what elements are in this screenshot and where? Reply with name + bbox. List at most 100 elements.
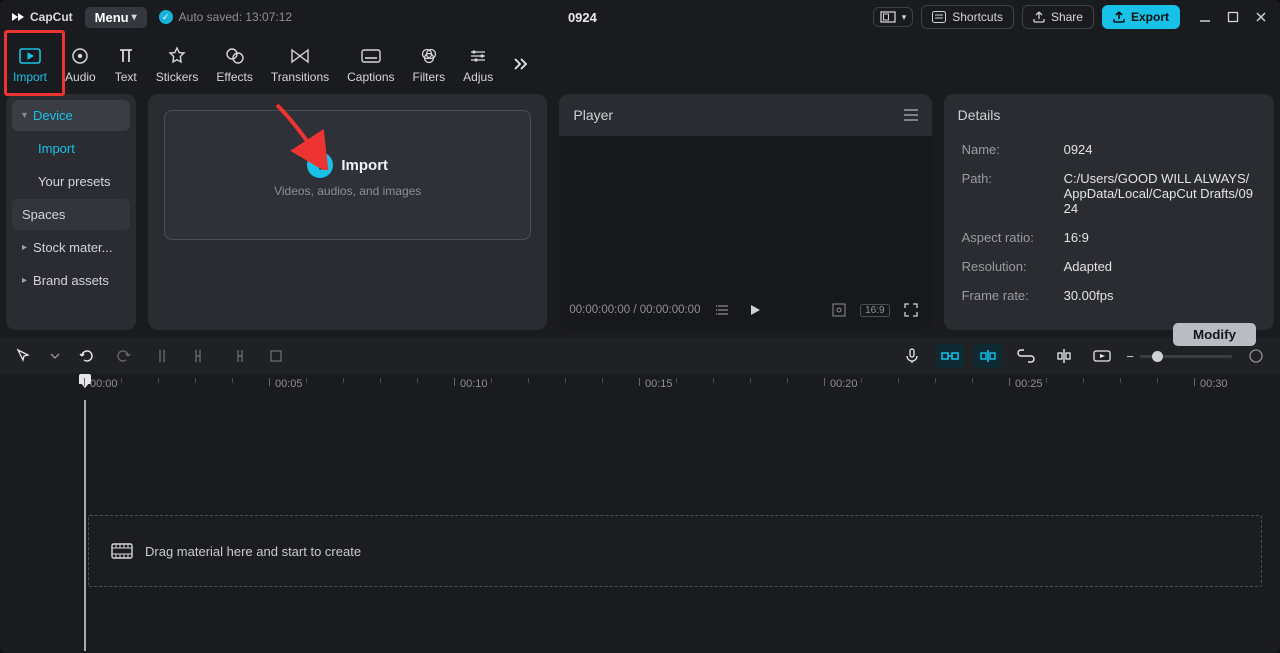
menu-label: Menu xyxy=(95,10,129,25)
sidebar-label: Device xyxy=(33,108,73,123)
import-dropzone[interactable]: + Import Videos, audios, and images xyxy=(164,110,531,240)
ribbon-adjust[interactable]: Adjus xyxy=(454,44,502,84)
sidebar-stock[interactable]: ▸ Stock mater... xyxy=(12,232,130,263)
sidebar-presets[interactable]: Your presets xyxy=(12,166,130,197)
aspect-badge[interactable]: 16:9 xyxy=(860,304,889,317)
crop-button[interactable] xyxy=(262,344,290,368)
media-sidebar: ▾ Device Import Your presets Spaces ▸ Stoc… xyxy=(6,94,136,330)
align-button[interactable] xyxy=(1050,344,1078,368)
sidebar-import[interactable]: Import xyxy=(12,133,130,164)
snap-button[interactable] xyxy=(974,344,1002,368)
app-name: CapCut xyxy=(30,10,73,24)
player-canvas[interactable] xyxy=(559,136,931,290)
ribbon-more[interactable] xyxy=(502,55,538,73)
ribbon-import[interactable]: Import xyxy=(4,44,56,84)
effects-icon xyxy=(223,46,247,66)
link-button[interactable] xyxy=(1012,344,1040,368)
details-name-k: Name: xyxy=(962,142,1058,157)
details-name-v: 0924 xyxy=(1064,142,1256,157)
menu-button[interactable]: Menu ▾ xyxy=(85,7,147,28)
ribbon-label: Text xyxy=(115,70,137,84)
fit-button[interactable] xyxy=(1242,344,1270,368)
ribbon-label: Effects xyxy=(216,70,252,84)
minimize-button[interactable] xyxy=(1198,10,1212,24)
ribbon-text[interactable]: Text xyxy=(105,44,147,84)
share-button[interactable]: Share xyxy=(1022,5,1094,29)
ribbon-stickers[interactable]: Stickers xyxy=(147,44,208,84)
ribbon-audio[interactable]: Audio xyxy=(56,44,105,84)
ruler-tick: 00:20 xyxy=(830,378,858,390)
player-timecode: 00:00:00:00 / 00:00:00:00 xyxy=(569,304,700,316)
timeline-drophint: Drag material here and start to create xyxy=(145,544,361,559)
stickers-icon xyxy=(165,46,189,66)
player-header: Player xyxy=(573,107,613,123)
details-fps-v: 30.00fps xyxy=(1064,288,1256,303)
modify-button[interactable]: Modify xyxy=(1173,323,1256,346)
share-label: Share xyxy=(1051,10,1083,24)
undo-button[interactable] xyxy=(72,344,100,368)
ribbon-label: Captions xyxy=(347,70,394,84)
sidebar-brand[interactable]: ▸Brand assets xyxy=(12,265,130,296)
maximize-button[interactable] xyxy=(1226,10,1240,24)
trim-left-button[interactable] xyxy=(186,344,214,368)
playhead-line xyxy=(84,400,86,651)
pointer-dropdown[interactable] xyxy=(48,344,62,368)
export-icon xyxy=(1113,11,1125,23)
mic-button[interactable] xyxy=(898,344,926,368)
ruler-tick: 00:30 xyxy=(1200,378,1228,390)
sidebar-spaces[interactable]: Spaces xyxy=(12,199,130,230)
ruler-tick: 00:10 xyxy=(460,378,488,390)
details-path-k: Path: xyxy=(962,171,1058,186)
plus-icon: + xyxy=(307,152,333,178)
ribbon-label: Filters xyxy=(413,70,446,84)
ruler-tick: 00:05 xyxy=(275,378,303,390)
redo-button[interactable] xyxy=(110,344,138,368)
export-button[interactable]: Export xyxy=(1102,5,1180,29)
trim-right-button[interactable] xyxy=(224,344,252,368)
timeline-ruler[interactable]: 00:00 00:05 00:10 00:15 00:20 00:25 00:3… xyxy=(0,374,1280,400)
details-res-v: Adapted xyxy=(1064,259,1256,274)
sidebar-label: Stock mater... xyxy=(33,240,112,255)
ribbon-captions[interactable]: Captions xyxy=(338,44,403,84)
check-icon: ✓ xyxy=(159,10,173,24)
preview-button[interactable] xyxy=(1088,344,1116,368)
ribbon-label: Import xyxy=(13,70,47,84)
timeline-dropzone[interactable]: Drag material here and start to create xyxy=(88,515,1262,587)
sidebar-device[interactable]: ▾ Device xyxy=(12,100,130,131)
filters-icon xyxy=(417,46,441,66)
pointer-tool[interactable] xyxy=(10,344,38,368)
chevron-right-icon: ▸ xyxy=(22,242,27,253)
fullscreen-icon[interactable] xyxy=(900,299,922,321)
import-sub: Videos, audios, and images xyxy=(274,184,421,198)
audio-icon xyxy=(68,46,92,66)
keyboard-icon xyxy=(932,11,946,23)
magnetic-button[interactable] xyxy=(936,344,964,368)
ribbon-label: Stickers xyxy=(156,70,199,84)
ruler-tick: 00:15 xyxy=(645,378,673,390)
film-icon xyxy=(111,543,133,559)
close-button[interactable] xyxy=(1254,10,1268,24)
shortcuts-label: Shortcuts xyxy=(952,10,1003,24)
hamburger-icon[interactable] xyxy=(904,109,918,121)
timeline-area[interactable]: Drag material here and start to create xyxy=(0,400,1280,651)
ribbon-effects[interactable]: Effects xyxy=(207,44,261,84)
ribbon-filters[interactable]: Filters xyxy=(404,44,455,84)
details-aspect-v: 16:9 xyxy=(1064,230,1256,245)
details-header: Details xyxy=(958,107,1001,123)
ribbon-label: Audio xyxy=(65,70,96,84)
details-res-k: Resolution: xyxy=(962,259,1058,274)
play-button[interactable] xyxy=(744,299,766,321)
chevron-down-icon: ▾ xyxy=(22,110,27,121)
sidebar-label: Your presets xyxy=(38,174,111,189)
zoom-slider[interactable]: − xyxy=(1126,349,1232,364)
app-logo: CapCut xyxy=(6,9,77,25)
list-icon[interactable] xyxy=(712,299,734,321)
aspect-menu[interactable]: ▾ xyxy=(873,7,914,27)
shortcuts-button[interactable]: Shortcuts xyxy=(921,5,1014,29)
sidebar-label: Brand assets xyxy=(33,273,109,288)
target-icon[interactable] xyxy=(828,299,850,321)
ribbon-transitions[interactable]: Transitions xyxy=(262,44,338,84)
details-fps-k: Frame rate: xyxy=(962,288,1058,303)
project-title: 0924 xyxy=(568,10,597,25)
split-button[interactable] xyxy=(148,344,176,368)
